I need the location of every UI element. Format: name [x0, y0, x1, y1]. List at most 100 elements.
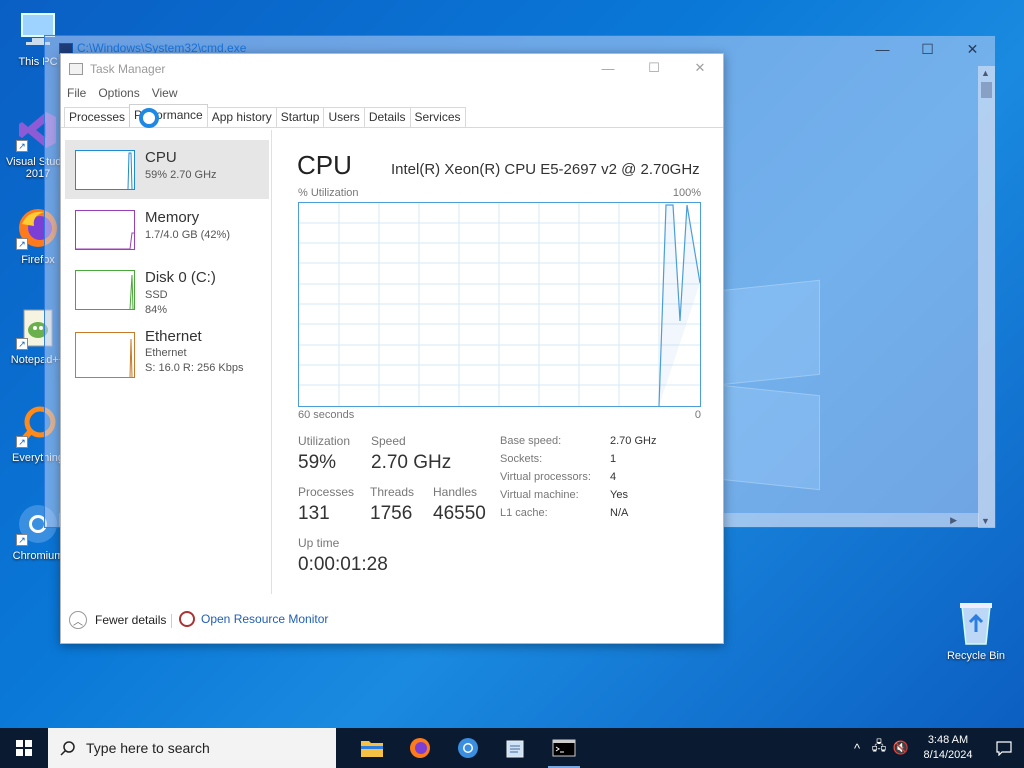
chromium-icon [458, 738, 478, 758]
stat-value: 2.70 GHz [371, 452, 452, 473]
menu-options[interactable]: Options [98, 86, 139, 100]
chevron-up-icon[interactable]: ^ [846, 741, 868, 756]
minimize-button[interactable]: — [585, 54, 631, 82]
folder-icon [361, 741, 383, 757]
tab-users[interactable]: Users [323, 107, 365, 127]
tab-app-history[interactable]: App history [206, 107, 277, 127]
spec-value: Yes [610, 489, 628, 501]
footer-divider [171, 614, 172, 628]
action-center-button[interactable] [984, 740, 1024, 756]
spec-key: Virtual machine: [500, 489, 579, 501]
open-resource-monitor-link[interactable]: Open Resource Monitor [179, 611, 328, 627]
shortcut-arrow-icon: ↗ [16, 534, 28, 546]
taskbar-file-explorer[interactable] [348, 728, 396, 768]
sidebar-item-label: Disk 0 (C:) [145, 269, 216, 286]
page-title: CPU [297, 150, 352, 180]
graph-time-label: 60 seconds [298, 409, 355, 421]
stat-value: 0:00:01:28 [298, 554, 388, 575]
stat-label: Handles [433, 485, 478, 499]
scroll-down-icon[interactable]: ▼ [981, 516, 990, 526]
spec-value: 2.70 GHz [610, 435, 657, 447]
tab-startup[interactable]: Startup [275, 107, 325, 127]
scroll-thumb[interactable] [981, 82, 992, 98]
graph-zero-label: 0 [694, 409, 701, 421]
stat-label: Threads [370, 485, 415, 499]
utilization-axis-label: % Utilization [298, 187, 359, 199]
cmd-close-button[interactable]: ✕ [950, 36, 995, 62]
sidebar-item-detail: 59% 2.70 GHz [145, 169, 217, 181]
fewer-details-label: Fewer details [95, 613, 167, 627]
search-placeholder: Type here to search [86, 740, 210, 756]
shortcut-arrow-icon: ↗ [16, 436, 28, 448]
spec-key: Base speed: [500, 435, 562, 447]
menu-file[interactable]: File [67, 86, 86, 100]
maximize-button[interactable]: ☐ [631, 54, 677, 82]
task-manager-window[interactable]: Task Manager — ☐ ✕ File Options View Pro… [60, 53, 724, 644]
cmd-icon [552, 739, 576, 757]
open-resource-monitor-label: Open Resource Monitor [201, 612, 329, 626]
firefox-icon [410, 738, 430, 758]
spec-row: Base speed: 2.70 GHz [500, 435, 656, 447]
stat-label: Up time [298, 536, 340, 550]
spec-row: Virtual machine: Yes [500, 489, 628, 501]
shortcut-arrow-icon: ↗ [16, 338, 28, 350]
close-button[interactable]: ✕ [677, 54, 723, 82]
resource-monitor-icon [179, 611, 195, 627]
stat-label: Processes [298, 485, 355, 499]
cmd-minimize-button[interactable]: — [860, 36, 905, 62]
cmd-vertical-scrollbar[interactable]: ▲ ▼ [978, 66, 995, 528]
spec-row: Sockets: 1 [500, 453, 616, 465]
cpu-model: Intel(R) Xeon(R) CPU E5-2697 v2 @ 2.70GH… [391, 161, 700, 178]
tab-processes[interactable]: Processes [64, 107, 131, 127]
task-manager-titlebar[interactable]: Task Manager — ☐ ✕ [61, 54, 723, 82]
ethernet-thumbnail-graph [75, 332, 135, 378]
sidebar-item-memory[interactable]: Memory 1.7/4.0 GB (42%) [65, 200, 269, 259]
windows-logo-icon [16, 740, 32, 756]
menu-view[interactable]: View [152, 86, 178, 100]
sidebar-item-cpu[interactable]: CPU 59% 2.70 GHz [65, 140, 269, 199]
sidebar-item-ethernet[interactable]: Ethernet Ethernet S: 16.0 R: 256 Kbps [65, 320, 269, 382]
desktop-icon-recycle-bin[interactable]: Recycle Bin [938, 600, 1014, 662]
notepad-icon [506, 740, 524, 758]
menu-bar: File Options View [61, 82, 723, 104]
search-icon [60, 741, 75, 756]
notification-icon [996, 741, 1012, 756]
tab-bar: Processes Performance App history Startu… [61, 104, 723, 128]
stat-value: 46550 [433, 503, 486, 524]
disk-thumbnail-graph [75, 270, 135, 310]
scroll-right-icon[interactable]: ▶ [950, 515, 957, 526]
system-tray: ^ 🖧 🔇 3:48 AM 8/14/2024 [846, 728, 1024, 768]
spec-row: L1 cache: N/A [500, 507, 628, 519]
stat-processes: Processes 131 [298, 485, 354, 525]
tab-services[interactable]: Services [409, 107, 466, 127]
task-manager-icon [69, 63, 83, 75]
taskbar-chromium[interactable] [444, 728, 492, 768]
fewer-details-button[interactable]: ︿ Fewer details [69, 611, 166, 629]
taskbar-firefox[interactable] [396, 728, 444, 768]
sidebar-item-label: Memory [145, 209, 200, 226]
task-manager-footer: ︿ Fewer details Open Resource Monitor [61, 602, 723, 642]
sidebar-item-detail: Ethernet [145, 347, 187, 359]
utilization-max-label: 100% [672, 187, 701, 199]
taskbar-cmd[interactable] [540, 728, 588, 768]
tab-details[interactable]: Details [363, 107, 411, 127]
recycle-bin-icon [954, 600, 998, 646]
taskbar-clock[interactable]: 3:48 AM 8/14/2024 [912, 733, 984, 763]
taskbar-search-box[interactable]: Type here to search [48, 728, 336, 768]
spec-value: 4 [610, 471, 617, 483]
stat-value: 59% [298, 452, 337, 473]
start-button[interactable] [0, 728, 48, 768]
volume-muted-icon[interactable]: 🔇 [890, 740, 912, 756]
spec-key: L1 cache: [500, 507, 548, 519]
sidebar-item-disk[interactable]: Disk 0 (C:) SSD 84% [65, 260, 269, 319]
shortcut-arrow-icon: ↗ [16, 238, 28, 250]
spec-key: Sockets: [500, 453, 543, 465]
cpu-thumbnail-graph [75, 150, 135, 190]
scroll-up-icon[interactable]: ▲ [981, 68, 990, 78]
cmd-maximize-button[interactable]: ☐ [905, 36, 950, 62]
taskbar-notepad[interactable] [492, 728, 540, 768]
recycle-bin-label: Recycle Bin [946, 650, 1006, 662]
stat-value: 1756 [370, 503, 413, 524]
network-icon[interactable]: 🖧 [868, 737, 890, 759]
spec-key: Virtual processors: [500, 471, 591, 483]
